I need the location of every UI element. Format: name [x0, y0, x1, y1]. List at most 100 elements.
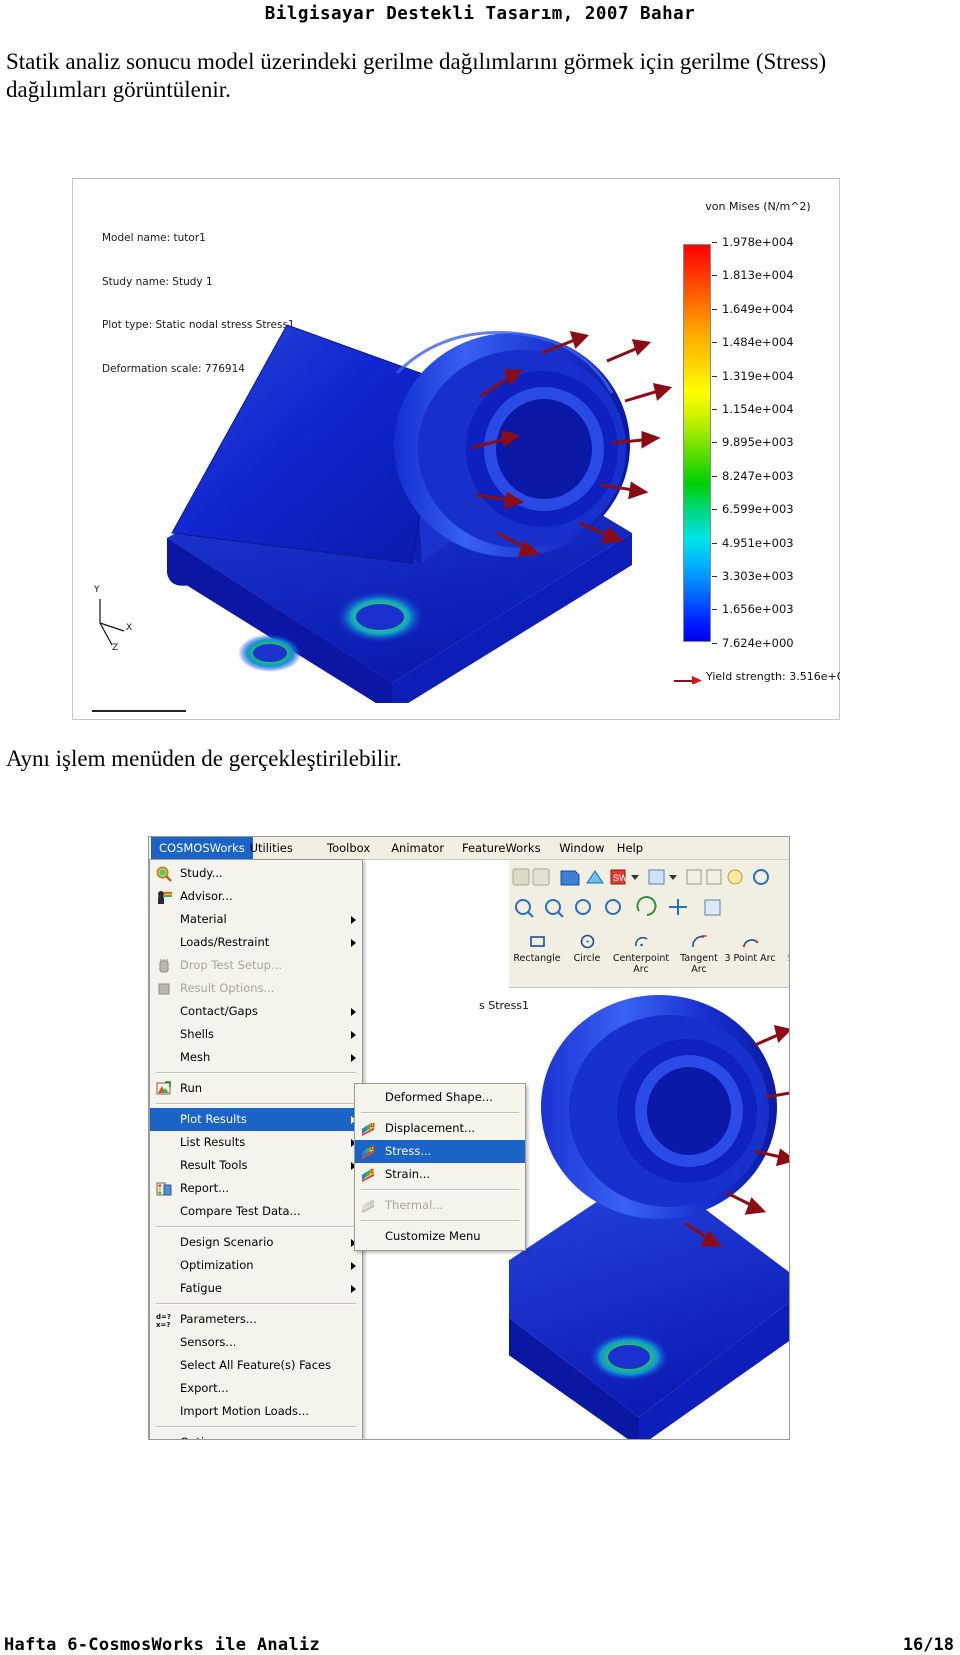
menu-item-advisor[interactable]: Advisor... — [150, 885, 362, 908]
menu-item-sensors[interactable]: Sensors... — [150, 1331, 362, 1354]
menu-item-export[interactable]: Export... — [150, 1377, 362, 1400]
menu-item-optimization[interactable]: Optimization — [150, 1254, 362, 1277]
legend-value: 7.624e+000 — [722, 635, 794, 650]
submenu-item-label: Deformed Shape... — [385, 1090, 493, 1104]
menu-item-contact-gaps[interactable]: Contact/Gaps — [150, 1000, 362, 1023]
toolbar-circle-label: Circle — [573, 953, 601, 964]
menu-item-mesh[interactable]: Mesh — [150, 1046, 362, 1069]
submenu-item-displacement[interactable]: u Displacement... — [355, 1117, 525, 1140]
submenu-separator — [361, 1220, 519, 1222]
report-icon — [156, 1181, 172, 1197]
model-svg — [167, 324, 673, 703]
menu-item-label: Fatigue — [180, 1281, 222, 1295]
menu-item-plot-results[interactable]: Plot Results — [150, 1108, 362, 1131]
menu-item-run[interactable]: Run — [150, 1077, 362, 1100]
svg-text:u: u — [370, 1121, 375, 1129]
study-icon — [156, 866, 172, 882]
toolbar-rectangle-label: Rectangle — [513, 953, 561, 964]
legend-tick — [712, 642, 717, 644]
svg-text:σ: σ — [370, 1144, 376, 1152]
submenu-item-label: Strain... — [385, 1167, 431, 1181]
legend-value: 9.895e+003 — [722, 435, 794, 450]
toolbar-rectangle[interactable]: Rectangle — [511, 933, 563, 964]
submenu-arrow-icon — [351, 1285, 356, 1293]
legend-row: 1.649e+004 — [712, 297, 840, 330]
cosmosworks-menu-dropdown[interactable]: Study... Advisor... Material Loads/Restrain… — [149, 859, 363, 1439]
legend-row: 8.247e+003 — [712, 464, 840, 497]
menubar-item-animator[interactable]: Animator — [383, 839, 452, 857]
menu-item-label: Run — [180, 1081, 203, 1095]
menu-item-loads-restraint[interactable]: Loads/Restraint — [150, 931, 362, 954]
paragraph-intro: Statik analiz sonucu model üzerindeki ge… — [6, 49, 827, 102]
menu-item-report[interactable]: Report... — [150, 1177, 362, 1200]
submenu-item-label: Customize Menu — [385, 1229, 481, 1243]
submenu-item-strain[interactable]: ε Strain... — [355, 1163, 525, 1186]
menu-item-compare-test-data[interactable]: Compare Test Data... — [150, 1200, 362, 1223]
toolbar-tangent-arc[interactable]: Tangent Arc — [673, 933, 725, 975]
paragraph-menu-note: Aynı işlem menüden de gerçekleştirilebil… — [6, 746, 402, 771]
menubar-item-cosmosworks[interactable]: COSMOSWorks — [151, 837, 253, 859]
menubar-item-window[interactable]: Window — [551, 839, 612, 857]
legend-tick — [712, 442, 717, 444]
menu-item-drop-test-setup: Drop Test Setup... — [150, 954, 362, 977]
menubar-item-help[interactable]: Help — [609, 839, 651, 857]
legend-value: 3.303e+003 — [722, 568, 794, 583]
toolbar-sketch-fillet-label: Sketch Fillet — [787, 953, 789, 975]
menu-item-material[interactable]: Material — [150, 908, 362, 931]
menu-item-design-scenario[interactable]: Design Scenario — [150, 1231, 362, 1254]
menu-item-label: Drop Test Setup... — [180, 958, 283, 972]
menu-item-list-results[interactable]: List Results — [150, 1131, 362, 1154]
menu-separator — [156, 1103, 356, 1105]
toolbar-three-point-arc[interactable]: 3 Point Arc — [721, 933, 779, 964]
menu-item-label: Design Scenario — [180, 1235, 274, 1249]
menu-item-fatigue[interactable]: Fatigue — [150, 1277, 362, 1300]
menu-item-shells[interactable]: Shells — [150, 1023, 362, 1046]
menubar-item-featureworks[interactable]: FeatureWorks — [454, 839, 549, 857]
strain-icon: ε — [361, 1167, 377, 1183]
figure-stress-plot: Model name: tutor1 Study name: Study 1 P… — [72, 178, 840, 720]
menu-item-options[interactable]: Options... — [150, 1431, 362, 1439]
toolbar-sketch-fillet[interactable]: Sketch Fillet — [777, 933, 789, 975]
tangent-arc-icon — [691, 933, 708, 950]
menu-item-label: Result Options... — [180, 981, 275, 995]
menu-separator — [156, 1303, 356, 1305]
menu-item-parameters[interactable]: d=? x=? Parameters... — [150, 1308, 362, 1331]
legend-row: 1.154e+004 — [712, 397, 840, 430]
displacement-icon: u — [361, 1121, 377, 1137]
menu-item-select-all-feature-s-faces[interactable]: Select All Feature(s) Faces — [150, 1354, 362, 1377]
sketch-toolbar[interactable]: Rectangle Circle Centerpoint Arc Tangent… — [509, 927, 789, 988]
menu-item-study[interactable]: Study... — [150, 862, 362, 885]
legend-value: 1.319e+004 — [722, 368, 794, 383]
legend-tick — [712, 475, 717, 477]
plot-results-submenu[interactable]: Deformed Shape... u Displacement... σ Stress… — [354, 1083, 526, 1251]
standard-toolbar-icons: SW — [512, 868, 769, 886]
menu-bar[interactable]: COSMOSWorks Utilities Toolbox Animator Featu… — [149, 837, 789, 860]
legend-title: von Mises (N/m^2) — [705, 200, 811, 213]
standard-toolbar[interactable]: SW — [509, 859, 789, 928]
axis-label-z: Z — [112, 643, 119, 653]
stress-model-3d — [112, 233, 692, 703]
menu-item-result-tools[interactable]: Result Tools — [150, 1154, 362, 1177]
toolbar-circle[interactable]: Circle — [561, 933, 613, 964]
menu-item-label: List Results — [180, 1135, 246, 1149]
menubar-item-utilities[interactable]: Utilities — [242, 839, 301, 857]
menu-item-import-motion-loads[interactable]: Import Motion Loads... — [150, 1400, 362, 1423]
legend-row: 9.895e+003 — [712, 430, 840, 463]
figure-border-left — [72, 178, 73, 720]
submenu-item-stress[interactable]: σ Stress... — [355, 1140, 525, 1163]
submenu-arrow-icon — [351, 1031, 356, 1039]
legend-value: 1.813e+004 — [722, 268, 794, 283]
toolbar-centerpoint-arc[interactable]: Centerpoint Arc — [611, 933, 671, 975]
menubar-item-toolbox[interactable]: Toolbox — [319, 839, 378, 857]
stress-legend: von Mises (N/m^2) 1.978e+004 1.813e+004 1.… — [670, 200, 840, 700]
thermal-icon — [361, 1198, 377, 1214]
menu-item-label: Contact/Gaps — [180, 1004, 258, 1018]
svg-text:ε: ε — [370, 1167, 374, 1175]
yield-strength-text: Yield strength: 3.516e+008 — [706, 670, 840, 683]
menu-separator — [156, 1226, 356, 1228]
submenu-item-customize-menu[interactable]: Customize Menu — [355, 1225, 525, 1248]
submenu-item-label: Displacement... — [385, 1121, 476, 1135]
submenu-item-deformed-shape[interactable]: Deformed Shape... — [355, 1086, 525, 1109]
menu-item-label: Select All Feature(s) Faces — [180, 1358, 332, 1372]
menu-item-label: Loads/Restraint — [180, 935, 270, 949]
